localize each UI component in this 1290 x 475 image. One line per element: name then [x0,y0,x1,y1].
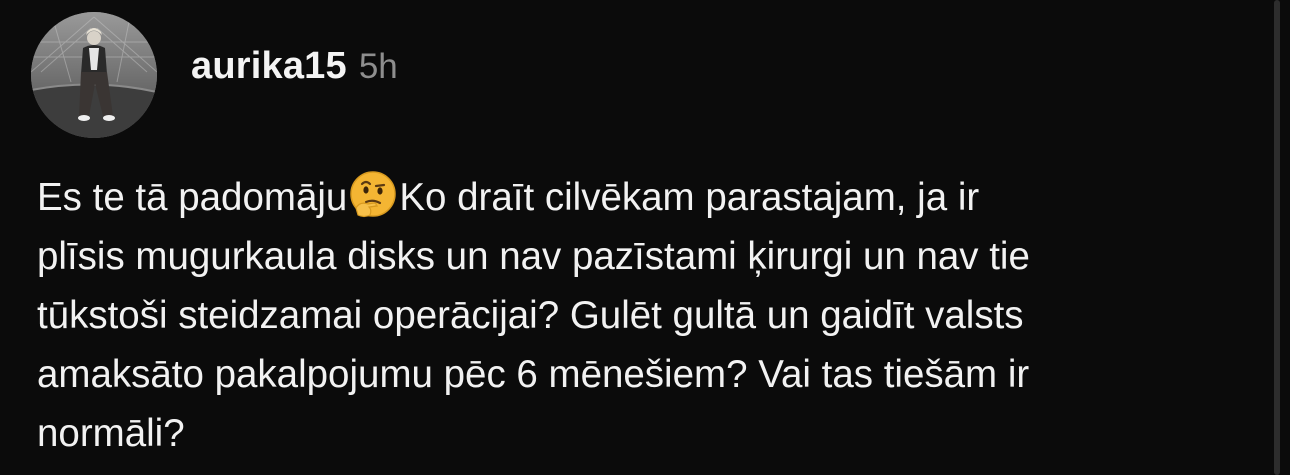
thinking-face-emoji [350,171,397,218]
post-time: 5h [358,47,398,86]
avatar[interactable] [31,12,157,138]
post-text-line-3: tūkstoši steidzamai operācijai? Gulēt gu… [37,294,1024,337]
post-text-intro: Es te tā padomāju [37,176,348,219]
username[interactable]: aurika15 [191,45,347,88]
avatar-photo [31,12,157,138]
post-text-line-1: Ko draīt cilvēkam parastajam, ja ir [399,176,980,219]
post-header: aurika15 5h [191,45,398,88]
post-text-line-2: plīsis mugurkaula disks un nav pazīstami… [37,235,1030,278]
post-body: Es te tā padomāju Ko draīt cilvēkam para… [37,168,1252,463]
post-text-line-4: amaksāto pakalpojumu pēc 6 mēnešiem? Vai… [37,353,1030,396]
scrollbar[interactable] [1274,0,1280,475]
post-text-line-5: normāli? [37,412,185,455]
